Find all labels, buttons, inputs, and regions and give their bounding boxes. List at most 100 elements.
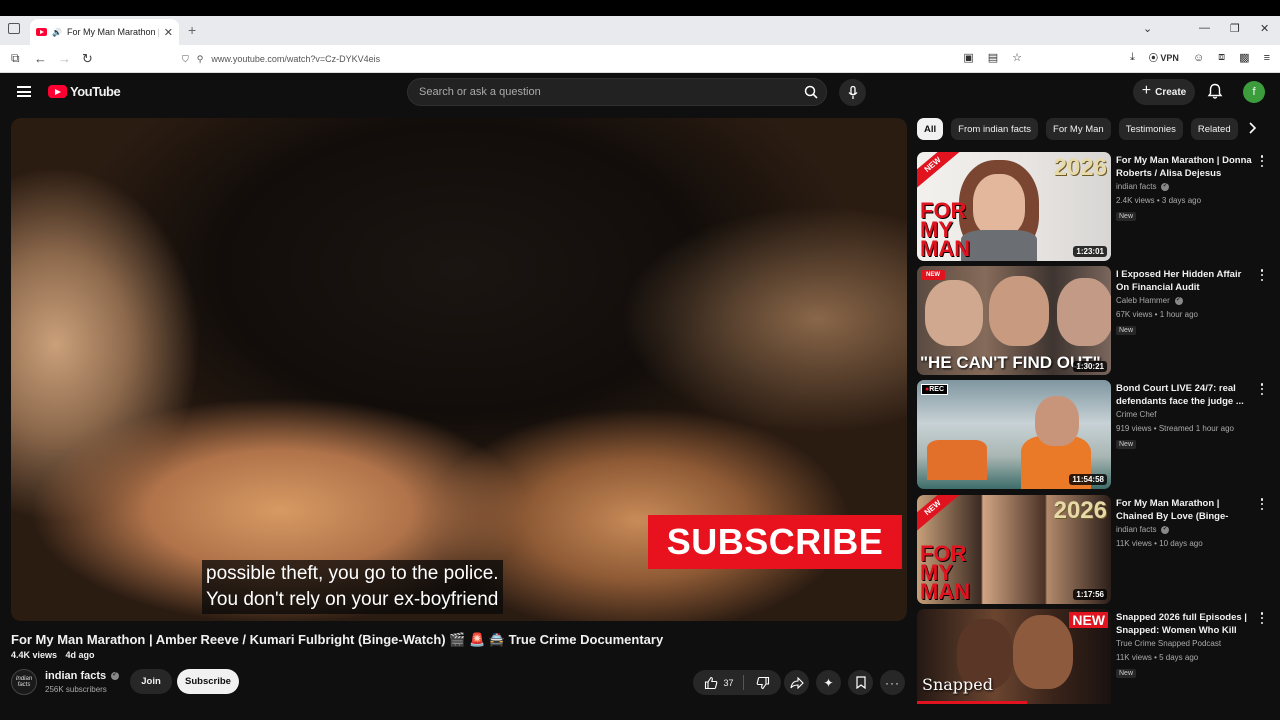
youtube-play-icon (48, 85, 67, 98)
thumbnail-new-ribbon: NEW (917, 152, 961, 190)
account-avatar[interactable]: f (1243, 81, 1265, 103)
picture-in-picture-icon[interactable]: ▣ (963, 51, 973, 64)
youtube-masthead: YouTube + Create f (0, 73, 1280, 113)
browser-menu-icon[interactable]: ≡ (1264, 52, 1270, 64)
extension-badge-icon[interactable]: ▩ (1239, 51, 1249, 64)
bookmark-star-icon[interactable]: ☆ (1012, 51, 1022, 64)
restore-icon[interactable]: ❐ (1230, 22, 1240, 35)
guide-menu-icon[interactable] (17, 86, 31, 97)
recommendation-item[interactable]: NEW 2026 FOR MY MAN 1:17:56 For My Man M… (917, 495, 1270, 604)
chip-from-channel[interactable]: From indian facts (951, 118, 1039, 140)
shield-icon[interactable]: ⛉ (182, 54, 189, 65)
search-box[interactable] (407, 78, 827, 106)
site-info-icon[interactable]: ⚲ (197, 54, 204, 65)
chevron-right-icon[interactable] (1247, 121, 1257, 140)
recommendation-channel[interactable]: indian facts (1116, 524, 1254, 534)
thumbnail-defendants (927, 440, 987, 480)
recommendation-title[interactable]: Bond Court LIVE 24/7: real defendants fa… (1116, 382, 1254, 408)
video-thumbnail[interactable]: ●REC 11:54:58 (917, 380, 1111, 489)
tab-close-icon[interactable]: ✕ (164, 26, 173, 39)
speaker-icon[interactable]: 🔊 (52, 28, 62, 37)
vpn-button[interactable]: ⦿ VPN (1149, 51, 1179, 64)
join-button[interactable]: Join (130, 669, 172, 694)
search-input[interactable] (419, 86, 779, 98)
youtube-logo[interactable]: YouTube (48, 84, 121, 99)
recommendation-channel[interactable]: indian facts (1116, 181, 1254, 191)
recommendation-item[interactable]: NEW "HE CAN'T FIND OUT" 1:30:21 I Expose… (917, 266, 1270, 375)
ask-ai-button[interactable]: ✦ (816, 670, 841, 695)
video-thumbnail[interactable]: NEW Snapped (917, 609, 1111, 704)
save-button[interactable] (848, 670, 873, 695)
window-close-icon[interactable]: ✕ (1260, 22, 1269, 35)
kebab-menu-icon[interactable] (1258, 611, 1266, 625)
chip-related[interactable]: Related (1190, 118, 1238, 140)
bookmark-icon (855, 676, 866, 689)
sidebar-toggle-icon[interactable]: ⧉ (11, 51, 20, 66)
recommendation-stats: 11K views • 10 days ago (1116, 539, 1203, 548)
thumbs-up-icon (705, 676, 718, 689)
download-icon[interactable]: ⤓ (1130, 51, 1135, 64)
kebab-menu-icon[interactable] (1258, 154, 1266, 168)
recommendation-title[interactable]: I Exposed Her Hidden Affair On Financial… (1116, 268, 1254, 294)
subscribe-button[interactable]: Subscribe (177, 669, 239, 694)
recommendation-title[interactable]: For My Man Marathon | Chained By Love (B… (1116, 497, 1254, 523)
duration-badge: 1:23:01 (1073, 246, 1107, 257)
channel-avatar[interactable]: Indian facts (11, 669, 37, 695)
recommendation-item[interactable]: ●REC 11:54:58 Bond Court LIVE 24/7: real… (917, 380, 1270, 489)
recommendation-info: For My Man Marathon | Chained By Love (B… (1116, 497, 1254, 548)
video-title: For My Man Marathon | Amber Reeve / Kuma… (11, 632, 664, 647)
recommendation-title[interactable]: For My Man Marathon | Donna Roberts / Al… (1116, 154, 1254, 180)
recommendation-info: Bond Court LIVE 24/7: real defendants fa… (1116, 382, 1254, 451)
create-button[interactable]: + Create (1133, 79, 1195, 105)
reload-icon[interactable]: ↻ (82, 51, 93, 67)
recommendation-title[interactable]: Snapped 2026 full Episodes | Snapped: Wo… (1116, 611, 1254, 637)
tab-search-chevron-icon[interactable]: ⌄ (1143, 22, 1152, 35)
tab-actions-icon[interactable] (8, 23, 20, 34)
new-badge: New (1116, 212, 1137, 221)
new-tab-icon[interactable]: + (188, 22, 196, 38)
recommendation-channel[interactable]: Caleb Hammer (1116, 295, 1254, 305)
browser-tab-active[interactable]: 🔊 For My Man Marathon | Am ✕ (30, 19, 179, 45)
more-actions-button[interactable]: ··· (880, 670, 905, 695)
dislike-button[interactable] (744, 676, 770, 690)
thumbs-down-icon (756, 676, 769, 689)
extensions-icon[interactable]: ⧈ (1218, 51, 1225, 64)
microphone-icon (848, 85, 857, 99)
chip-for-my-man[interactable]: For My Man (1046, 118, 1111, 140)
duration-badge: 11:54:58 (1069, 474, 1107, 485)
new-badge: New (1116, 440, 1137, 449)
thumbnail-year: 2026 (1053, 497, 1107, 524)
url-text[interactable]: www.youtube.com/watch?v=Cz-DYKV4eis (211, 54, 380, 64)
video-player[interactable]: SUBSCRIBE possible theft, you go to the … (11, 118, 907, 621)
video-thumbnail[interactable]: NEW 2026 FOR MY MAN 1:17:56 (917, 495, 1111, 604)
youtube-favicon-icon (36, 28, 47, 36)
like-button[interactable]: 37 (704, 675, 744, 690)
account-icon[interactable]: ☺ (1193, 52, 1204, 64)
back-arrow-icon[interactable]: ← (34, 51, 47, 66)
recommendation-channel[interactable]: True Crime Snapped Podcast (1116, 639, 1254, 648)
verified-badge-icon (1161, 181, 1170, 191)
forward-arrow-icon[interactable]: → (58, 51, 71, 66)
recommendation-stats: 67K views • 1 hour ago (1116, 310, 1198, 319)
video-thumbnail[interactable]: NEW 2026 FOR MY MAN 1:23:01 (917, 152, 1111, 261)
video-thumbnail[interactable]: NEW "HE CAN'T FIND OUT" 1:30:21 (917, 266, 1111, 375)
chip-all[interactable]: All (917, 118, 944, 140)
recommendation-item[interactable]: NEW Snapped Snapped 2026 full Episodes |… (917, 609, 1270, 704)
reader-view-icon[interactable]: ▤ (988, 51, 998, 64)
kebab-menu-icon[interactable] (1258, 497, 1266, 511)
recommendation-stats: 2.4K views • 3 days ago (1116, 196, 1202, 205)
chip-testimonies[interactable]: Testimonies (1118, 118, 1183, 140)
subscribe-overlay-banner: SUBSCRIBE (648, 515, 902, 569)
voice-search-button[interactable] (839, 79, 866, 106)
share-button[interactable] (784, 670, 809, 695)
notifications-bell-icon[interactable] (1207, 83, 1223, 105)
recommendation-item[interactable]: NEW 2026 FOR MY MAN 1:23:01 For My Man M… (917, 152, 1270, 261)
minimize-icon[interactable]: — (1199, 22, 1210, 34)
channel-name[interactable]: indian facts (45, 670, 120, 682)
kebab-menu-icon[interactable] (1258, 268, 1266, 282)
address-bar[interactable]: ⛉ ⚲ www.youtube.com/watch?v=Cz-DYKV4eis (176, 49, 1036, 69)
recommendation-channel[interactable]: Crime Chef (1116, 410, 1254, 419)
search-button[interactable] (800, 82, 822, 102)
share-arrow-icon (789, 676, 804, 689)
kebab-menu-icon[interactable] (1258, 382, 1266, 396)
